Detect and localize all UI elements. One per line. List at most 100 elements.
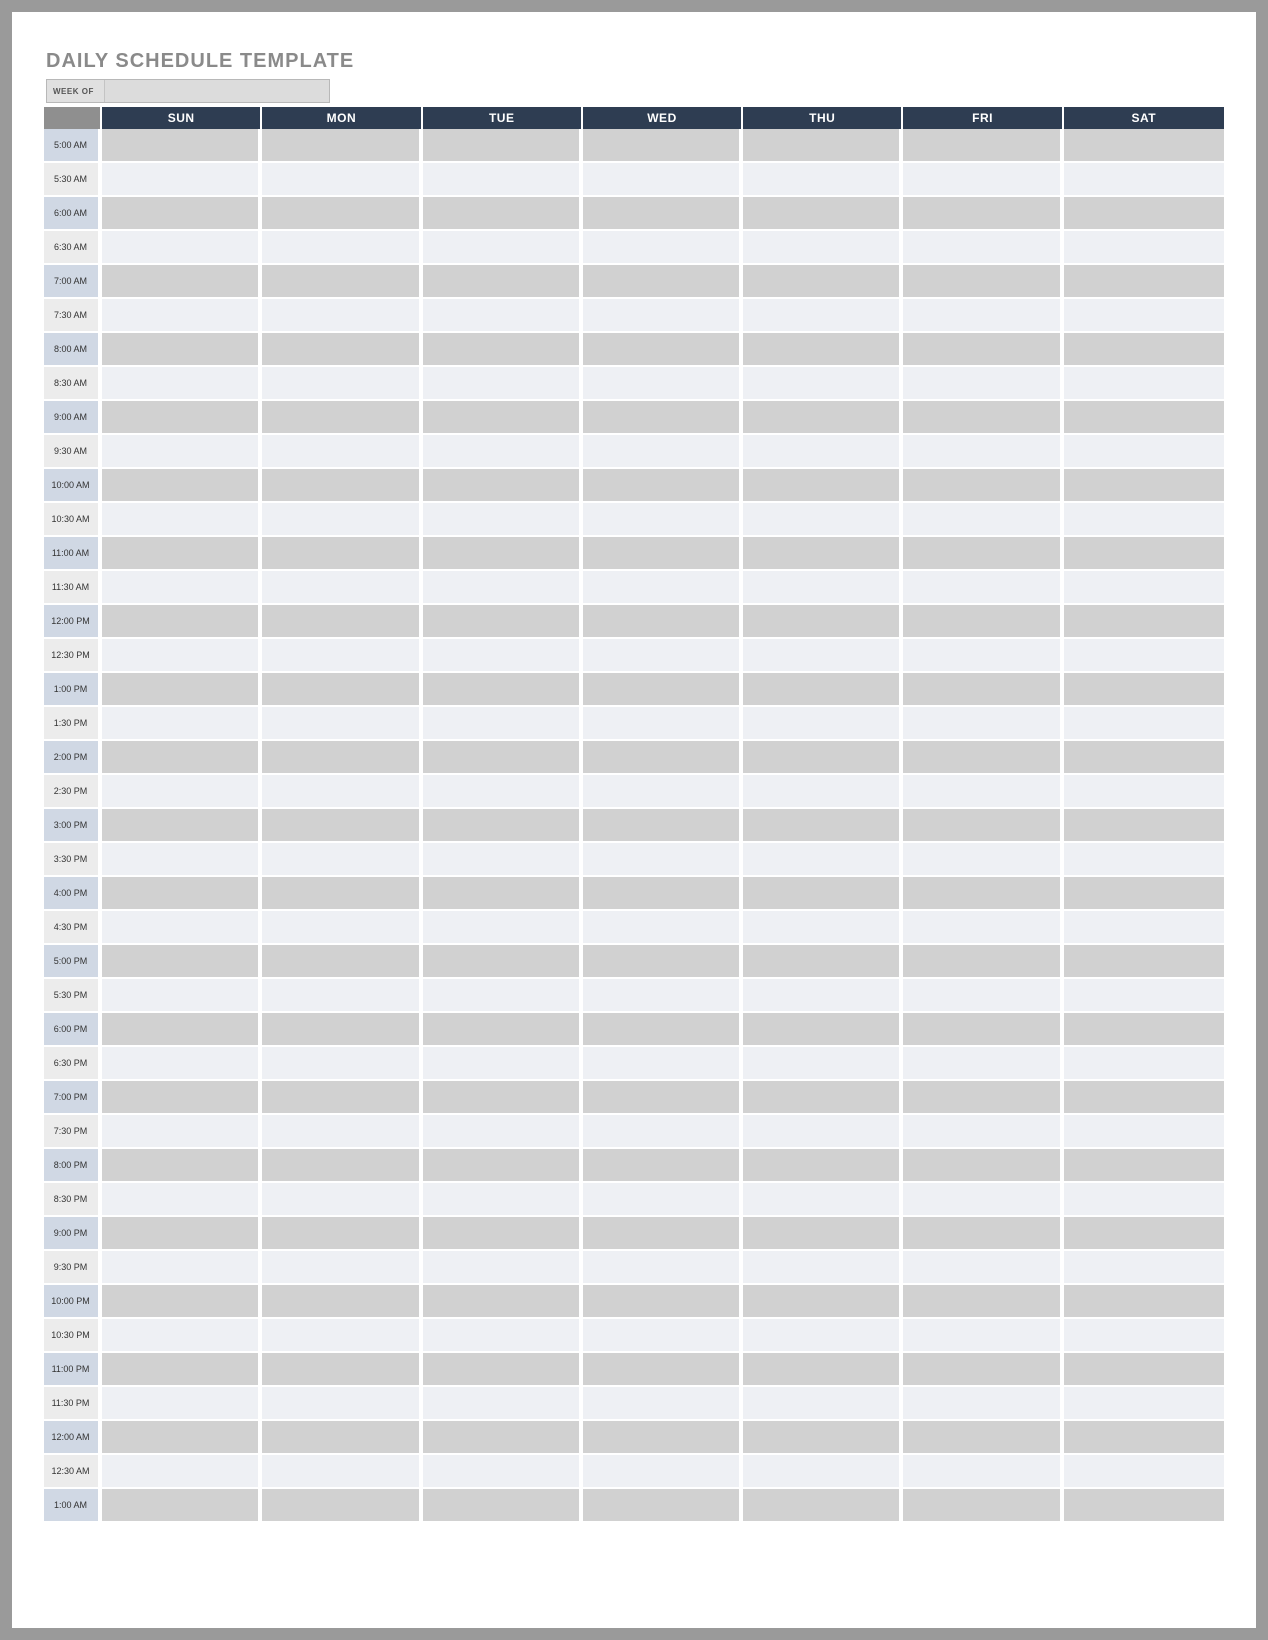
schedule-cell[interactable] <box>423 1353 583 1387</box>
schedule-cell[interactable] <box>262 1285 422 1319</box>
schedule-cell[interactable] <box>262 265 422 299</box>
schedule-cell[interactable] <box>423 1455 583 1489</box>
schedule-cell[interactable] <box>1064 1285 1224 1319</box>
schedule-cell[interactable] <box>583 945 743 979</box>
schedule-cell[interactable] <box>903 1183 1063 1217</box>
schedule-cell[interactable] <box>583 707 743 741</box>
schedule-cell[interactable] <box>903 1217 1063 1251</box>
schedule-cell[interactable] <box>423 163 583 197</box>
schedule-cell[interactable] <box>743 741 903 775</box>
schedule-cell[interactable] <box>903 299 1063 333</box>
schedule-cell[interactable] <box>743 299 903 333</box>
schedule-cell[interactable] <box>1064 163 1224 197</box>
schedule-cell[interactable] <box>102 163 262 197</box>
schedule-cell[interactable] <box>903 639 1063 673</box>
schedule-cell[interactable] <box>102 435 262 469</box>
schedule-cell[interactable] <box>423 265 583 299</box>
schedule-cell[interactable] <box>262 1081 422 1115</box>
schedule-cell[interactable] <box>903 775 1063 809</box>
schedule-cell[interactable] <box>743 231 903 265</box>
schedule-cell[interactable] <box>262 401 422 435</box>
schedule-cell[interactable] <box>102 1183 262 1217</box>
schedule-cell[interactable] <box>423 1149 583 1183</box>
schedule-cell[interactable] <box>102 707 262 741</box>
schedule-cell[interactable] <box>903 537 1063 571</box>
schedule-cell[interactable] <box>102 1319 262 1353</box>
schedule-cell[interactable] <box>743 1387 903 1421</box>
schedule-cell[interactable] <box>903 707 1063 741</box>
schedule-cell[interactable] <box>423 401 583 435</box>
schedule-cell[interactable] <box>102 1421 262 1455</box>
schedule-cell[interactable] <box>423 911 583 945</box>
schedule-cell[interactable] <box>423 1013 583 1047</box>
schedule-cell[interactable] <box>102 265 262 299</box>
schedule-cell[interactable] <box>583 1115 743 1149</box>
schedule-cell[interactable] <box>583 1421 743 1455</box>
schedule-cell[interactable] <box>262 809 422 843</box>
schedule-cell[interactable] <box>102 1149 262 1183</box>
schedule-cell[interactable] <box>102 1387 262 1421</box>
schedule-cell[interactable] <box>262 367 422 401</box>
schedule-cell[interactable] <box>262 197 422 231</box>
schedule-cell[interactable] <box>903 1489 1063 1523</box>
schedule-cell[interactable] <box>903 1115 1063 1149</box>
schedule-cell[interactable] <box>743 163 903 197</box>
schedule-cell[interactable] <box>262 163 422 197</box>
schedule-cell[interactable] <box>423 877 583 911</box>
schedule-cell[interactable] <box>423 809 583 843</box>
schedule-cell[interactable] <box>423 979 583 1013</box>
schedule-cell[interactable] <box>423 333 583 367</box>
schedule-cell[interactable] <box>1064 197 1224 231</box>
schedule-cell[interactable] <box>102 809 262 843</box>
schedule-cell[interactable] <box>743 707 903 741</box>
schedule-cell[interactable] <box>583 979 743 1013</box>
schedule-cell[interactable] <box>903 1149 1063 1183</box>
schedule-cell[interactable] <box>1064 673 1224 707</box>
schedule-cell[interactable] <box>583 163 743 197</box>
schedule-cell[interactable] <box>583 1047 743 1081</box>
schedule-cell[interactable] <box>743 673 903 707</box>
schedule-cell[interactable] <box>262 877 422 911</box>
schedule-cell[interactable] <box>262 1421 422 1455</box>
schedule-cell[interactable] <box>423 197 583 231</box>
schedule-cell[interactable] <box>583 231 743 265</box>
schedule-cell[interactable] <box>1064 1081 1224 1115</box>
schedule-cell[interactable] <box>583 367 743 401</box>
schedule-cell[interactable] <box>583 1251 743 1285</box>
schedule-cell[interactable] <box>583 129 743 163</box>
schedule-cell[interactable] <box>903 1013 1063 1047</box>
schedule-cell[interactable] <box>262 775 422 809</box>
schedule-cell[interactable] <box>423 639 583 673</box>
schedule-cell[interactable] <box>262 1353 422 1387</box>
schedule-cell[interactable] <box>743 1285 903 1319</box>
schedule-cell[interactable] <box>102 1285 262 1319</box>
schedule-cell[interactable] <box>583 1285 743 1319</box>
schedule-cell[interactable] <box>102 639 262 673</box>
schedule-cell[interactable] <box>903 571 1063 605</box>
schedule-cell[interactable] <box>262 979 422 1013</box>
schedule-cell[interactable] <box>583 911 743 945</box>
schedule-cell[interactable] <box>583 435 743 469</box>
schedule-cell[interactable] <box>743 911 903 945</box>
schedule-cell[interactable] <box>743 639 903 673</box>
schedule-cell[interactable] <box>102 605 262 639</box>
schedule-cell[interactable] <box>102 1251 262 1285</box>
schedule-cell[interactable] <box>743 1217 903 1251</box>
schedule-cell[interactable] <box>262 1251 422 1285</box>
schedule-cell[interactable] <box>262 469 422 503</box>
schedule-cell[interactable] <box>1064 1149 1224 1183</box>
schedule-cell[interactable] <box>262 1013 422 1047</box>
schedule-cell[interactable] <box>262 571 422 605</box>
schedule-cell[interactable] <box>743 333 903 367</box>
schedule-cell[interactable] <box>903 673 1063 707</box>
schedule-cell[interactable] <box>903 1081 1063 1115</box>
schedule-cell[interactable] <box>583 197 743 231</box>
schedule-cell[interactable] <box>583 1149 743 1183</box>
schedule-cell[interactable] <box>743 503 903 537</box>
schedule-cell[interactable] <box>583 639 743 673</box>
schedule-cell[interactable] <box>423 1387 583 1421</box>
schedule-cell[interactable] <box>743 877 903 911</box>
schedule-cell[interactable] <box>423 231 583 265</box>
schedule-cell[interactable] <box>1064 231 1224 265</box>
schedule-cell[interactable] <box>1064 911 1224 945</box>
